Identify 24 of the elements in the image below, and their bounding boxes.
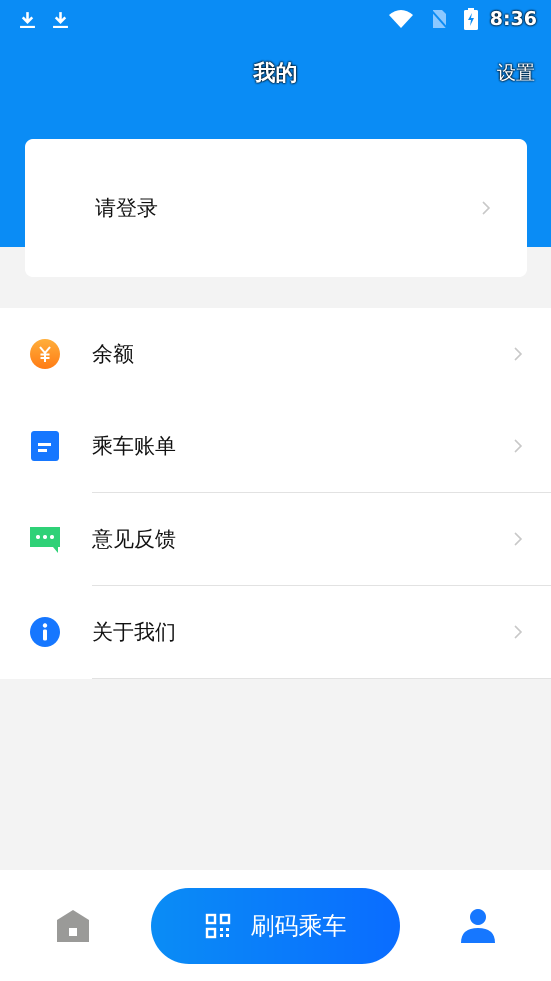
wifi-icon	[388, 9, 414, 29]
person-icon[interactable]	[460, 908, 496, 944]
chevron-icon	[513, 531, 523, 547]
chevron-icon	[513, 438, 523, 454]
login-card[interactable]: 请登录	[25, 139, 527, 277]
chevron-icon	[513, 624, 523, 640]
status-time: 8:36	[490, 8, 537, 30]
document-icon	[29, 430, 61, 462]
chevron-icon	[513, 346, 523, 362]
menu-item[interactable]: 关于我们	[92, 585, 551, 678]
menu-item[interactable]: 意见反馈	[92, 492, 551, 585]
scan-ride-button[interactable]: 刷码乘车	[151, 888, 400, 964]
download-icon	[52, 10, 69, 28]
menu-item[interactable]: 乘车账单	[0, 400, 551, 492]
chevron-icon	[481, 200, 491, 216]
page-title: 我的	[254, 60, 298, 88]
menu-item[interactable]: 余额	[0, 308, 551, 400]
info-icon	[29, 616, 61, 648]
battery-icon	[464, 8, 478, 30]
home-icon[interactable]	[55, 908, 91, 944]
download-icon	[19, 10, 36, 28]
login-prompt: 请登录	[95, 195, 159, 222]
yen-coin-icon	[29, 338, 61, 370]
qr-code-icon	[204, 912, 230, 938]
